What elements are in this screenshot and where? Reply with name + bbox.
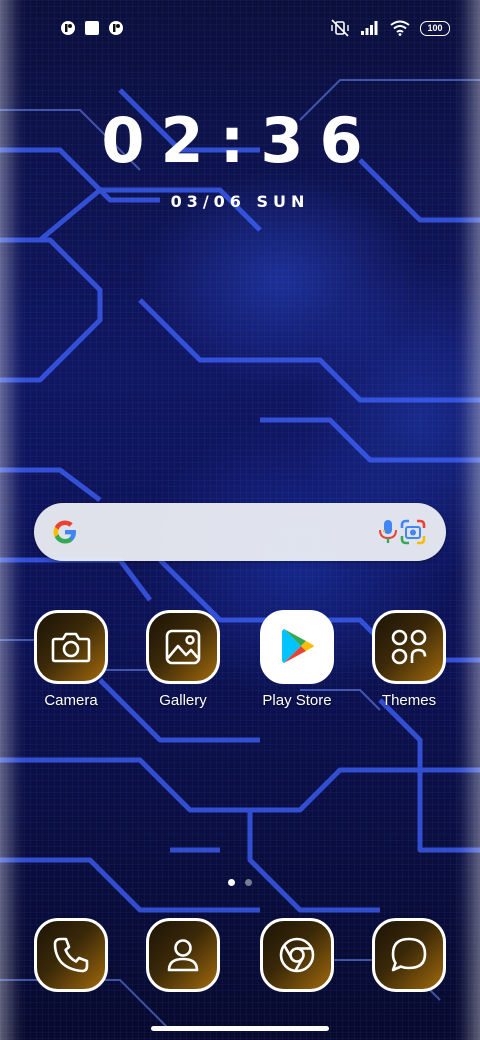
app-play-store[interactable]: Play Store [242, 610, 352, 709]
page-dot[interactable] [245, 879, 252, 886]
dock-chrome[interactable] [242, 918, 352, 992]
app-notification-icon [109, 21, 123, 35]
clock-time[interactable]: 02:36 [0, 104, 480, 177]
status-bar: 100 [60, 16, 450, 40]
app-camera[interactable]: Camera [16, 610, 126, 709]
app-themes[interactable]: Themes [354, 610, 464, 709]
messages-icon[interactable] [372, 918, 446, 992]
play-store-icon[interactable] [260, 610, 334, 684]
home-screen: 100 02:36 03/06 SUN Camera Gallery Play … [0, 0, 480, 1040]
app-label: Gallery [159, 692, 207, 709]
camera-icon[interactable] [34, 610, 108, 684]
google-g-icon [53, 520, 76, 544]
page-dot-active[interactable] [228, 879, 235, 886]
dock-phone[interactable] [16, 918, 126, 992]
chrome-icon[interactable] [260, 918, 334, 992]
app-label: Camera [44, 692, 98, 709]
contacts-icon[interactable] [146, 918, 220, 992]
battery-indicator: 100 [420, 20, 450, 36]
signal-icon [361, 21, 378, 35]
clock-date[interactable]: 03/06 SUN [0, 192, 480, 211]
themes-icon[interactable] [372, 610, 446, 684]
app-notification-icon [61, 21, 75, 35]
square-notification-icon [85, 21, 99, 35]
gallery-icon[interactable] [146, 610, 220, 684]
app-label: Play Store [262, 692, 332, 709]
page-indicator[interactable] [228, 879, 252, 886]
wifi-icon [390, 20, 410, 36]
dock-messages[interactable] [354, 918, 464, 992]
lens-icon[interactable] [400, 519, 426, 545]
phone-icon[interactable] [34, 918, 108, 992]
notification-icons [60, 20, 124, 36]
mic-icon[interactable] [376, 519, 400, 545]
app-gallery[interactable]: Gallery [128, 610, 238, 709]
app-label: Themes [381, 692, 437, 709]
vibrate-off-icon [331, 19, 349, 37]
google-search-bar[interactable] [34, 503, 446, 561]
system-status-icons: 100 [330, 19, 450, 37]
home-indicator[interactable] [151, 1026, 329, 1031]
dock-contacts[interactable] [128, 918, 238, 992]
